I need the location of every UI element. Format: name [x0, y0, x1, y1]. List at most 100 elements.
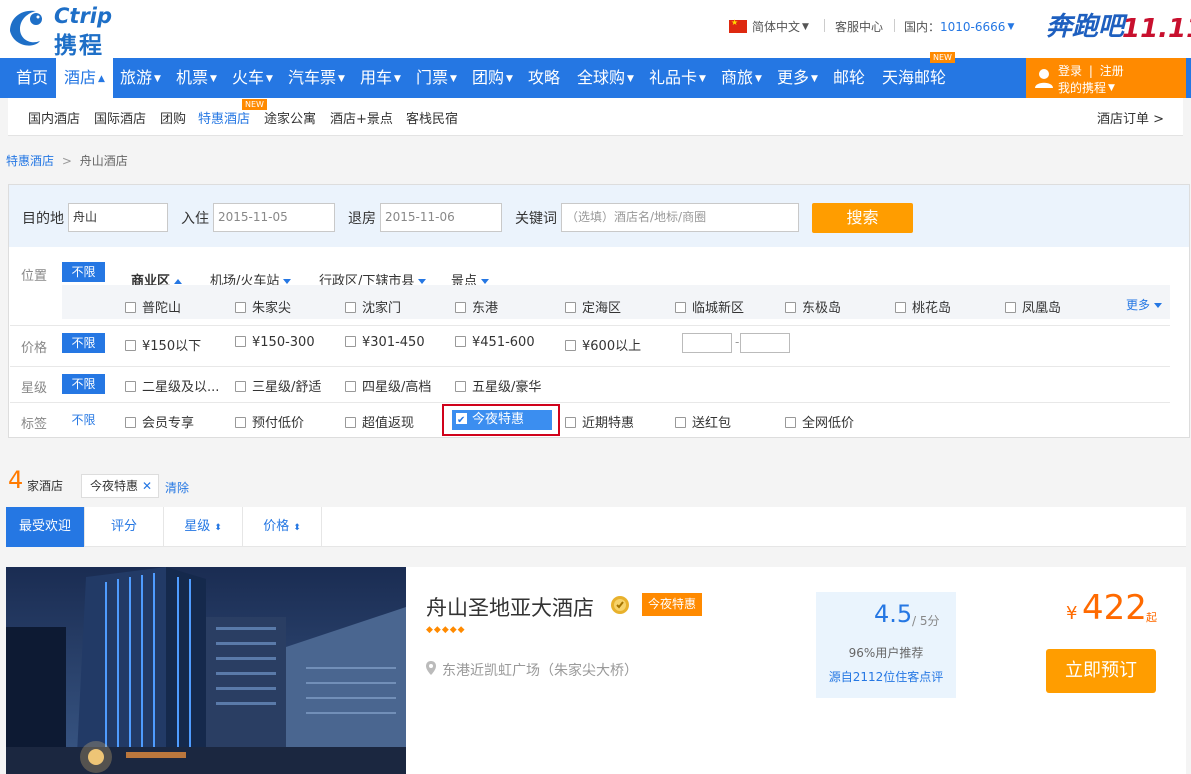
phone-select[interactable]: 国内：1010-6666 ▼	[904, 18, 1014, 35]
star-checkbox[interactable]: 四星级/高档	[345, 376, 431, 395]
hotel-orders-link[interactable]: 酒店订单 >	[1097, 108, 1164, 127]
min-price-input[interactable]	[682, 333, 732, 353]
close-icon[interactable]: ✕	[142, 479, 152, 493]
hotel-name[interactable]: 舟山圣地亚大酒店	[426, 592, 594, 622]
checked-checkbox-icon[interactable]	[456, 411, 467, 431]
checkbox-icon[interactable]	[345, 417, 356, 428]
subnav-special[interactable]: 特惠酒店	[198, 108, 250, 127]
more-districts-link[interactable]: 更多	[1126, 296, 1163, 313]
promo-banner[interactable]: 奔跑吧	[1046, 6, 1124, 43]
checkbox-icon[interactable]	[785, 302, 796, 313]
search-button[interactable]: 搜索	[812, 203, 913, 233]
checkbox-icon[interactable]	[455, 302, 466, 313]
keyword-input[interactable]: （选填）酒店名/地标/商圈	[561, 203, 799, 232]
book-now-button[interactable]: 立即预订	[1046, 649, 1156, 693]
star-checkbox[interactable]: 五星级/豪华	[455, 376, 541, 395]
price-checkbox[interactable]: ¥150-300	[235, 335, 315, 350]
destination-input[interactable]: 舟山	[68, 203, 168, 232]
price-checkbox[interactable]: ¥600以上	[565, 335, 641, 354]
my-ctrip-menu[interactable]: 我的携程 ▼	[1058, 79, 1115, 96]
checkbox-icon[interactable]	[455, 336, 466, 347]
nav-bus[interactable]: 汽车票 ▼	[280, 58, 353, 98]
price-checkbox[interactable]: ¥451-600	[455, 335, 535, 350]
nav-groupbuy[interactable]: 团购 ▼	[464, 58, 521, 98]
district-checkbox[interactable]: 朱家尖	[235, 297, 291, 316]
checkbox-icon[interactable]	[895, 302, 906, 313]
district-checkbox[interactable]: 定海区	[565, 297, 621, 316]
tag-unlimited[interactable]: 不限	[62, 410, 105, 430]
nav-guides[interactable]: 攻略	[520, 58, 568, 98]
checkbox-icon[interactable]	[675, 417, 686, 428]
nav-tianhai-cruise[interactable]: 天海邮轮	[874, 58, 954, 98]
location-unlimited[interactable]: 不限	[62, 262, 105, 282]
nav-tickets[interactable]: 门票 ▼	[408, 58, 465, 98]
tag-checkbox-tonight-checked[interactable]: 今夜特惠	[452, 410, 552, 431]
checkbox-icon[interactable]	[345, 381, 356, 392]
checkbox-icon[interactable]	[235, 381, 246, 392]
checkbox-icon[interactable]	[565, 302, 576, 313]
price-unlimited[interactable]: 不限	[62, 333, 105, 353]
district-checkbox[interactable]: 普陀山	[125, 297, 181, 316]
subnav-inn[interactable]: 客栈民宿	[406, 108, 458, 127]
subnav-hotel-scenic[interactable]: 酒店+景点	[330, 108, 393, 127]
checkbox-icon[interactable]	[675, 302, 686, 313]
checkbox-icon[interactable]	[455, 381, 466, 392]
tag-checkbox[interactable]: 超值返现	[345, 412, 414, 431]
nav-train[interactable]: 火车 ▼	[224, 58, 281, 98]
tag-checkbox[interactable]: 近期特惠	[565, 412, 634, 431]
subnav-tujia[interactable]: 途家公寓	[264, 108, 316, 127]
login-panel[interactable]: 登录 | 注册 我的携程 ▼	[1026, 58, 1186, 98]
sort-star[interactable]: 星级 ⬍	[164, 507, 243, 547]
subnav-international[interactable]: 国际酒店	[94, 108, 146, 127]
reviews-link[interactable]: 源自2112位住客点评	[816, 668, 956, 685]
tag-checkbox[interactable]: 全网低价	[785, 412, 854, 431]
checkbox-icon[interactable]	[125, 302, 136, 313]
max-price-input[interactable]	[740, 333, 790, 353]
login-link[interactable]: 登录	[1058, 64, 1082, 78]
tag-checkbox[interactable]: 会员专享	[125, 412, 194, 431]
nav-car[interactable]: 用车 ▼	[352, 58, 409, 98]
checkbox-icon[interactable]	[345, 336, 356, 347]
sort-price[interactable]: 价格 ⬍	[243, 507, 322, 547]
price-checkbox[interactable]: ¥301-450	[345, 335, 425, 350]
ctrip-logo-icon[interactable]	[6, 5, 48, 49]
checkbox-icon[interactable]	[345, 302, 356, 313]
district-checkbox[interactable]: 东极岛	[785, 297, 841, 316]
hotel-address[interactable]: 东港近凯虹广场（朱家尖大桥）	[442, 660, 638, 680]
nav-flights[interactable]: 机票 ▼	[168, 58, 225, 98]
hotel-photo[interactable]	[6, 567, 406, 774]
checkbox-icon[interactable]	[125, 381, 136, 392]
checkbox-icon[interactable]	[125, 340, 136, 351]
nav-gift-card[interactable]: 礼品卡 ▼	[641, 58, 714, 98]
sort-score[interactable]: 评分	[85, 507, 164, 547]
checkout-input[interactable]: 2015-11-06	[380, 203, 502, 232]
language-select[interactable]: 简体中文 ▼	[752, 18, 809, 35]
nav-global-shop[interactable]: 全球购 ▼	[569, 58, 642, 98]
subnav-groupbuy[interactable]: 团购	[160, 108, 186, 127]
district-checkbox[interactable]: 凤凰岛	[1005, 297, 1061, 316]
customer-service-link[interactable]: 客服中心	[835, 18, 883, 35]
checkbox-icon[interactable]	[1005, 302, 1016, 313]
breadcrumb-root[interactable]: 特惠酒店	[6, 154, 54, 168]
star-checkbox[interactable]: 三星级/舒适	[235, 376, 321, 395]
clear-filters-link[interactable]: 清除	[165, 479, 189, 496]
subnav-domestic[interactable]: 国内酒店	[28, 108, 80, 127]
nav-hotel[interactable]: 酒店 ▲	[56, 58, 113, 98]
nav-more[interactable]: 更多 ▼	[769, 58, 826, 98]
nav-cruise[interactable]: 邮轮	[825, 58, 873, 98]
district-checkbox[interactable]: 东港	[455, 297, 498, 316]
price-checkbox[interactable]: ¥150以下	[125, 335, 201, 354]
star-unlimited[interactable]: 不限	[62, 374, 105, 394]
district-checkbox[interactable]: 沈家门	[345, 297, 401, 316]
tag-checkbox[interactable]: 预付低价	[235, 412, 304, 431]
district-checkbox[interactable]: 临城新区	[675, 297, 744, 316]
nav-travel[interactable]: 旅游 ▼	[112, 58, 169, 98]
checkbox-icon[interactable]	[235, 302, 246, 313]
nav-home[interactable]: 首页	[8, 58, 56, 98]
district-checkbox[interactable]: 桃花岛	[895, 297, 951, 316]
nav-business[interactable]: 商旅 ▼	[713, 58, 770, 98]
register-link[interactable]: 注册	[1100, 64, 1124, 78]
checkbox-icon[interactable]	[785, 417, 796, 428]
checkbox-icon[interactable]	[235, 336, 246, 347]
checkbox-icon[interactable]	[125, 417, 136, 428]
